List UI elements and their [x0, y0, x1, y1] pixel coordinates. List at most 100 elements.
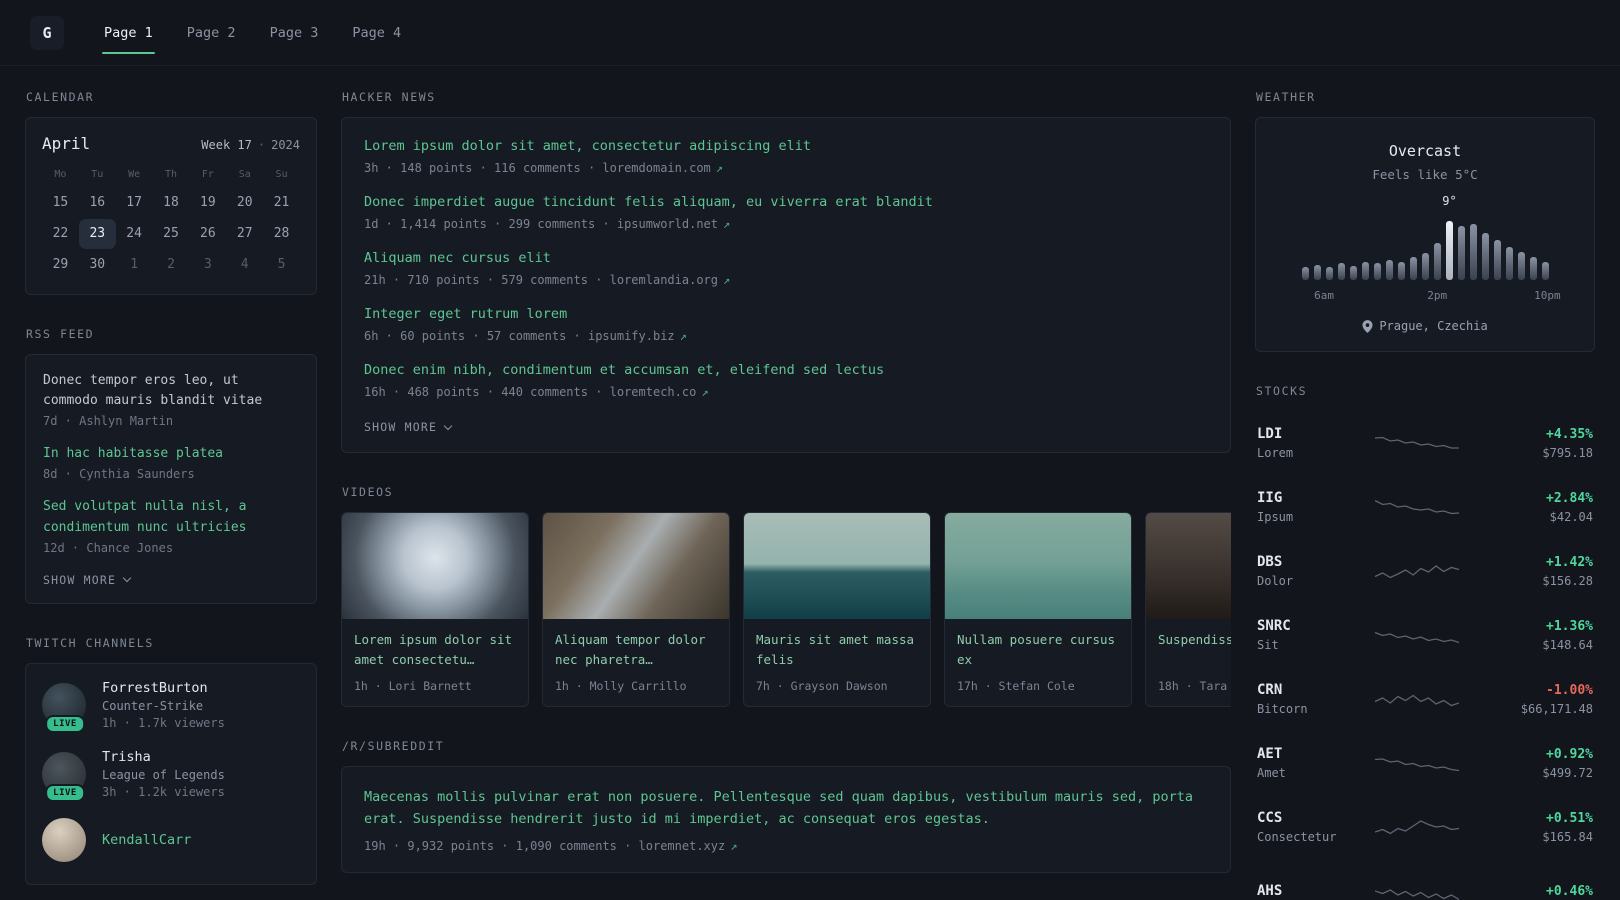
left-column: CALENDAR April Week 17 · 2024 Mo Tu We Th … — [25, 90, 317, 900]
stock-change: -1.00% — [1546, 682, 1593, 698]
nav-tab[interactable]: Page 2 — [185, 21, 238, 45]
twitch-channel-name[interactable]: ForrestBurton — [102, 680, 225, 696]
stock-row[interactable]: CRN Bitcorn -1.00% $66,171.48 — [1255, 667, 1595, 731]
stock-row[interactable]: CCS Consectetur +0.51% $165.84 — [1255, 795, 1595, 859]
rss-item-title[interactable]: Donec tempor eros leo, ut commodo mauris… — [43, 371, 299, 411]
external-link-icon[interactable]: ↗ — [701, 385, 708, 399]
videos-row: Lorem ipsum dolor sit amet consectetu… 1… — [341, 512, 1231, 707]
weather-time-label: 6am — [1314, 289, 1334, 302]
calendar-widget-title: CALENDAR — [26, 90, 95, 104]
video-title[interactable]: Aliquam tempor dolor nec pharetra… — [555, 630, 717, 670]
calendar-date: 1 — [130, 257, 139, 272]
weather-bar — [1373, 263, 1381, 280]
stock-row[interactable]: DBS Dolor +1.42% $156.28 — [1255, 539, 1595, 603]
stock-sparkline — [1353, 813, 1481, 841]
video-thumbnail[interactable] — [342, 513, 528, 619]
stock-row[interactable]: SNRC Sit +1.36% $148.64 — [1255, 603, 1595, 667]
subreddit-post-title[interactable]: Maecenas mollis pulvinar erat non posuer… — [364, 786, 1208, 831]
calendar-date: 21 — [273, 195, 290, 210]
video-title[interactable]: Nullam posuere cursus ex — [957, 630, 1119, 670]
twitch-channel[interactable]: LIVE ForrestBurton Counter-Strike 1h · 1… — [42, 680, 300, 733]
hn-item-meta: 1d · 1,414 points · 299 comments · ipsum… — [364, 217, 1208, 231]
video-title[interactable]: Suspendisse diam — [1158, 630, 1231, 670]
hn-item-title[interactable]: Aliquam nec cursus elit — [364, 250, 1208, 266]
video-title[interactable]: Lorem ipsum dolor sit amet consectetu… — [354, 630, 516, 670]
stock-sparkline — [1353, 621, 1481, 649]
live-badge: LIVE — [45, 714, 85, 733]
weather-location-text: Prague, Czechia — [1379, 319, 1488, 333]
video-thumbnail[interactable] — [744, 513, 930, 619]
video-thumbnail[interactable] — [543, 513, 729, 619]
external-link-icon[interactable]: ↗ — [680, 329, 687, 343]
calendar-date: 23 — [78, 219, 116, 249]
hacker-news-widget: HACKER NEWS Lorem ipsum dolor sit amet, … — [341, 90, 1231, 453]
rss-item-title[interactable]: Sed volutpat nulla nisl, a condimentum n… — [43, 497, 299, 537]
external-link-icon[interactable]: ↗ — [723, 273, 730, 287]
nav-tab[interactable]: Page 1 — [102, 21, 155, 54]
stock-row[interactable]: AET Amet +0.92% $499.72 — [1255, 731, 1595, 795]
twitch-channel[interactable]: LIVE Trisha League of Legends 3h · 1.2k … — [42, 749, 300, 802]
video-card[interactable]: Aliquam tempor dolor nec pharetra… 1h · … — [542, 512, 730, 707]
external-link-icon[interactable]: ↗ — [716, 161, 723, 175]
videos-widget-title: VIDEOS — [342, 485, 394, 499]
rss-item-meta: 8d · Cynthia Saunders — [43, 467, 195, 482]
weather-bar — [1301, 267, 1309, 280]
video-title[interactable]: Mauris sit amet massa felis — [756, 630, 918, 670]
video-thumbnail[interactable] — [1146, 513, 1231, 619]
external-link-icon[interactable]: ↗ — [723, 217, 730, 231]
calendar-date: 17 — [126, 195, 142, 210]
calendar-day-header: Fr — [201, 169, 214, 180]
twitch-avatar-wrap: LIVE — [42, 682, 88, 733]
weather-bar — [1493, 240, 1501, 280]
nav-tab[interactable]: Page 4 — [350, 21, 403, 45]
twitch-channel-name[interactable]: Trisha — [102, 749, 225, 765]
chevron-down-icon — [443, 421, 453, 430]
stock-row[interactable]: IIG Ipsum +2.84% $42.04 — [1255, 475, 1595, 539]
rss-item: In hac habitasse platea 8d · Cynthia Sau… — [43, 444, 299, 481]
weather-bars — [1272, 216, 1578, 280]
weather-bar — [1541, 262, 1549, 280]
dot-separator: · — [257, 138, 266, 152]
rss-widget: RSS FEED Donec tempor eros leo, ut commo… — [25, 327, 317, 604]
hacker-news-item: Aliquam nec cursus elit 21h · 710 points… — [364, 250, 1208, 287]
chevron-down-icon — [122, 573, 132, 583]
hn-item-title[interactable]: Donec enim nibh, condimentum et accumsan… — [364, 362, 1208, 378]
nav-tab[interactable]: Page 3 — [268, 21, 321, 45]
weather-bar — [1325, 267, 1333, 280]
stocks-widget: STOCKS LDI Lorem +4.35% $795.18 IIG Ipsu… — [1255, 384, 1595, 900]
twitch-channel-game: League of Legends — [102, 767, 225, 782]
twitch-channel[interactable]: LIVE KendallCarr — [42, 817, 300, 862]
stock-row[interactable]: LDI Lorem +4.35% $795.18 — [1255, 411, 1595, 475]
hn-item-title[interactable]: Donec imperdiet augue tincidunt felis al… — [364, 194, 1208, 210]
video-thumbnail[interactable] — [945, 513, 1131, 619]
twitch-channel-name[interactable]: KendallCarr — [102, 832, 191, 848]
avatar — [42, 817, 86, 862]
stock-price: $795.18 — [1542, 445, 1593, 460]
stock-row[interactable]: AHS +0.46% — [1255, 859, 1595, 900]
video-card[interactable]: Mauris sit amet massa felis 7h · Grayson… — [743, 512, 931, 707]
calendar-date: 29 — [52, 257, 69, 272]
hn-item-title[interactable]: Lorem ipsum dolor sit amet, consectetur … — [364, 138, 1208, 154]
twitch-card: LIVE ForrestBurton Counter-Strike 1h · 1… — [25, 662, 317, 885]
video-card[interactable]: Lorem ipsum dolor sit amet consectetu… 1… — [341, 512, 529, 707]
hn-item-title[interactable]: Integer eget rutrum lorem — [364, 306, 1208, 322]
stock-id: AHS — [1257, 883, 1353, 899]
stock-symbol: AET — [1257, 746, 1283, 762]
stock-price: $499.72 — [1542, 765, 1593, 780]
hn-show-more-button[interactable]: SHOW MORE — [364, 418, 1208, 436]
video-meta: 17h · Stefan Cole — [957, 679, 1075, 693]
rss-item: Donec tempor eros leo, ut commodo mauris… — [43, 371, 299, 428]
rss-show-more-button[interactable]: SHOW MORE — [43, 571, 299, 589]
twitch-channel-info: KendallCarr — [102, 832, 191, 848]
video-info: Nullam posuere cursus ex 17h · Stefan Co… — [945, 619, 1131, 706]
twitch-channel-info: ForrestBurton Counter-Strike 1h · 1.7k v… — [102, 680, 225, 730]
calendar-day-headers: Mo Tu We Th Fr Sa Su — [42, 169, 300, 180]
video-card[interactable]: Nullam posuere cursus ex 17h · Stefan Co… — [944, 512, 1132, 707]
hn-item-meta: 16h · 468 points · 440 comments · loremt… — [364, 385, 1208, 399]
app-logo[interactable]: G — [30, 15, 64, 50]
rss-item-title[interactable]: In hac habitasse platea — [43, 444, 299, 464]
calendar-date: 27 — [236, 226, 253, 241]
video-card[interactable]: Suspendisse diam 18h · Tara — [1145, 512, 1231, 707]
external-link-icon[interactable]: ↗ — [730, 839, 737, 853]
stock-sparkline — [1353, 749, 1481, 777]
